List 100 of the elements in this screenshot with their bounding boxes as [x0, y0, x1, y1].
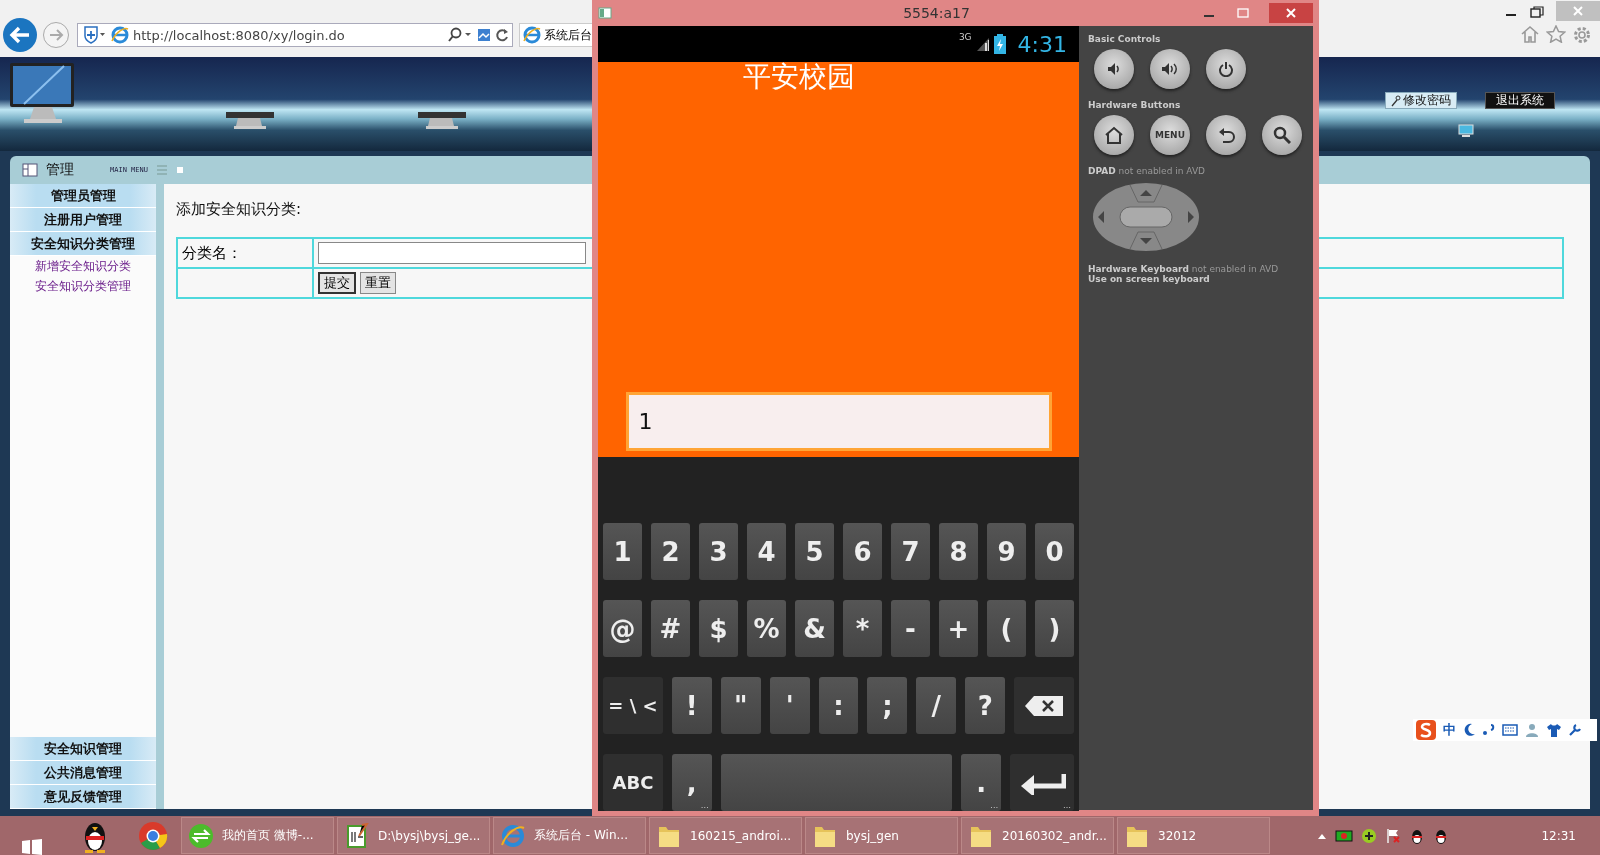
key[interactable]: 8	[939, 523, 978, 580]
text-input-field[interactable]: 1	[625, 392, 1052, 451]
key[interactable]: ?	[965, 677, 1006, 734]
key[interactable]: = \ <	[603, 677, 663, 734]
key[interactable]: ABC	[603, 754, 663, 811]
round-button[interactable]	[1094, 115, 1134, 155]
name-input-field[interactable]	[318, 242, 586, 264]
chrome-icon[interactable]	[138, 820, 168, 851]
key[interactable]: "	[720, 677, 761, 734]
round-button[interactable]	[1206, 49, 1246, 89]
key[interactable]: -	[891, 600, 930, 657]
section-label: Hardware Buttons	[1088, 100, 1182, 110]
punctuation-icon[interactable]	[1482, 723, 1496, 737]
input-mode[interactable]: 中	[1443, 721, 1456, 739]
moon-icon[interactable]	[1462, 723, 1476, 737]
key[interactable]: #	[651, 600, 690, 657]
close-button[interactable]	[1269, 3, 1313, 23]
window-title: 5554:a17	[903, 5, 970, 21]
round-button[interactable]	[1094, 49, 1134, 89]
menu-item[interactable]: 安全知识分类管理	[10, 232, 156, 256]
key[interactable]: +	[939, 600, 978, 657]
home-icon	[1104, 126, 1124, 144]
key[interactable]: 9	[987, 523, 1026, 580]
key[interactable]: :	[818, 677, 859, 734]
key-hint: …	[990, 801, 999, 810]
menu-button[interactable]: MENU	[1150, 115, 1190, 155]
key[interactable]: @	[603, 600, 642, 657]
key-hint: …	[700, 801, 709, 810]
round-button[interactable]	[1206, 115, 1246, 155]
dpad-control[interactable]	[1092, 182, 1200, 252]
refresh-icon[interactable]	[495, 28, 509, 42]
menu-item[interactable]: 公共消息管理	[10, 761, 156, 785]
wrench-icon[interactable]	[1568, 723, 1582, 737]
ie-logo-icon	[111, 26, 129, 44]
key[interactable]: ;	[867, 677, 908, 734]
plus-icon[interactable]	[1361, 827, 1378, 844]
key[interactable]: . …	[961, 754, 1002, 811]
key[interactable]: &	[795, 600, 834, 657]
battery-icon	[993, 34, 1006, 54]
key[interactable]: )	[1035, 600, 1074, 657]
notepad-icon	[344, 822, 370, 849]
key[interactable]: $	[699, 600, 738, 657]
menu-item[interactable]: 注册用户管理	[10, 208, 156, 232]
clock-time: 12:31	[1541, 828, 1576, 843]
taskbar-item[interactable]: 我的首页 微博-...	[181, 817, 334, 854]
key-hint: …	[1063, 801, 1071, 810]
key[interactable]: 4	[747, 523, 786, 580]
maximize-button[interactable]	[1530, 6, 1544, 18]
compat-view-icon[interactable]	[477, 28, 491, 42]
star-icon[interactable]	[1546, 25, 1566, 43]
menu-title: 管理	[46, 161, 74, 179]
key[interactable]: 7	[891, 523, 930, 580]
volume-up-icon	[1160, 61, 1180, 77]
key[interactable]: 0	[1035, 523, 1074, 580]
header-button[interactable]: 修改密码	[1385, 92, 1457, 109]
taskbar-item[interactable]: 32012	[1117, 817, 1270, 854]
search-icon[interactable]	[447, 27, 473, 43]
header-button[interactable]: 退出系统	[1485, 92, 1555, 109]
ie-icon	[500, 822, 526, 849]
taskbar-item[interactable]: bysj_gen	[805, 817, 958, 854]
menu-item[interactable]: 管理员管理	[10, 184, 156, 208]
key[interactable]: '	[769, 677, 810, 734]
key[interactable]: !	[671, 677, 712, 734]
flag-icon[interactable]	[1385, 827, 1402, 844]
key[interactable]: *	[843, 600, 882, 657]
form-button[interactable]: 重置	[360, 272, 396, 294]
key[interactable]: (	[987, 600, 1026, 657]
taskbar-item[interactable]: 20160302_andr...	[961, 817, 1114, 854]
shield-icon[interactable]	[81, 25, 107, 45]
back-button[interactable]	[2, 17, 38, 53]
form-button[interactable]: 提交	[318, 272, 356, 294]
taskbar-item[interactable]: 160215_androi...	[649, 817, 802, 854]
menu-link[interactable]: 安全知识分类管理	[10, 276, 156, 296]
backspace-key[interactable]	[1014, 677, 1075, 734]
keyboard-icon[interactable]	[1502, 724, 1518, 736]
enter-key[interactable]: …	[1010, 754, 1074, 811]
key[interactable]: %	[747, 600, 786, 657]
address-field[interactable]: http://localhost:8080/xy/login.do	[77, 23, 513, 47]
key[interactable]: 2	[651, 523, 690, 580]
search-icon	[1273, 126, 1291, 144]
menu-item[interactable]: 安全知识管理	[10, 737, 156, 761]
taskbar-item[interactable]: D:\bysj\bysj_ge...	[337, 817, 490, 854]
network-icon[interactable]	[1335, 827, 1354, 844]
key[interactable]: /	[916, 677, 957, 734]
round-button[interactable]	[1150, 49, 1190, 89]
browser-icon	[188, 822, 214, 849]
signal-icon	[975, 36, 990, 52]
key[interactable]: 5	[795, 523, 834, 580]
menu-item[interactable]: 意见反馈管理	[10, 785, 156, 809]
round-button[interactable]	[1262, 115, 1302, 155]
tab-title: 系统后台	[544, 26, 592, 44]
key[interactable]: 3	[699, 523, 738, 580]
menu-link[interactable]: 新增安全知识分类	[10, 256, 156, 276]
key[interactable]: 1	[603, 523, 642, 580]
browser-tab[interactable]: 系统后台	[519, 23, 593, 47]
shirt-icon[interactable]	[1546, 723, 1562, 737]
taskbar-item[interactable]: 系统后台 - Win...	[493, 817, 646, 854]
monitor-drawing	[416, 112, 468, 130]
key[interactable]: , …	[671, 754, 712, 811]
key[interactable]: 6	[843, 523, 882, 580]
